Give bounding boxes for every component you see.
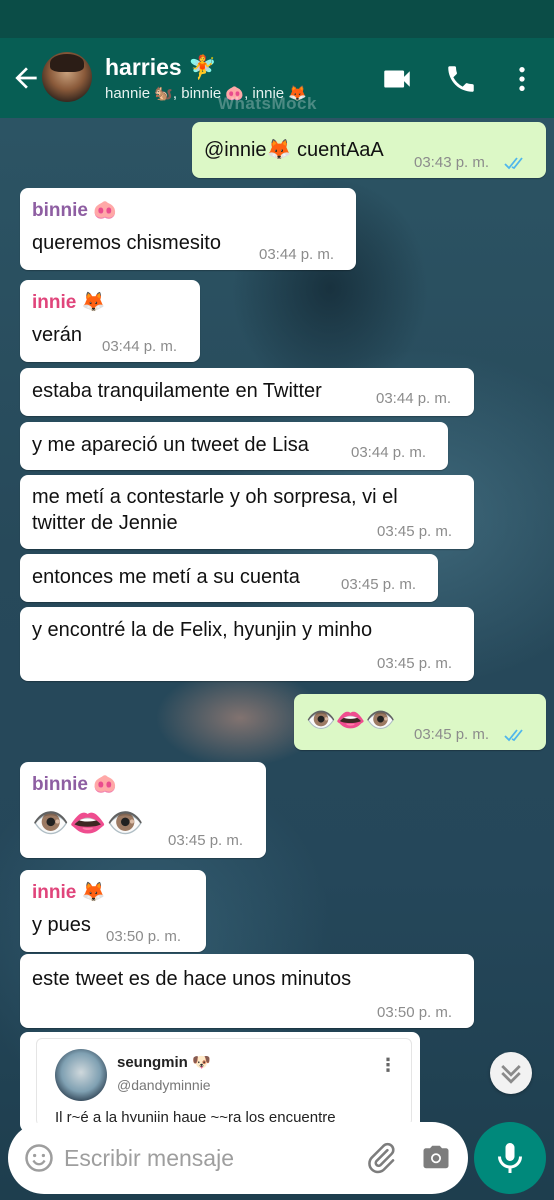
- chat-area[interactable]: @innie🦊 cuentAaA 03:43 p. m. binnie 🐽 qu…: [0, 118, 554, 1200]
- read-ticks-icon: [504, 729, 523, 742]
- incoming-message[interactable]: innie 🦊 y pues 03:50 p. m.: [20, 870, 206, 952]
- message-text: y encontré la de Felix, hyunjin y minho: [32, 619, 373, 641]
- incoming-message[interactable]: me metí a contestarle y oh sorpresa, vi …: [20, 475, 474, 549]
- phone-icon[interactable]: [444, 62, 478, 96]
- message-text: 👁️👄👁️: [306, 707, 396, 734]
- message-text: verán: [32, 324, 83, 346]
- message-time: 03:45 p. m.: [414, 726, 490, 743]
- sender-name: binnie 🐽: [32, 200, 117, 221]
- message-text: entonces me metí a su cuenta: [32, 566, 300, 588]
- message-text: y pues: [32, 914, 91, 936]
- message-time: 03:44 p. m.: [351, 444, 427, 461]
- message-time: 03:45 p. m.: [377, 655, 453, 672]
- message-time: 03:45 p. m.: [341, 576, 417, 593]
- message-input[interactable]: Escribir mensaje: [64, 1145, 234, 1172]
- video-call-icon[interactable]: [380, 62, 414, 96]
- message-input-bar[interactable]: Escribir mensaje: [8, 1122, 468, 1194]
- more-vert-icon[interactable]: [506, 62, 538, 96]
- message-text: estaba tranquilamente en Twitter: [32, 380, 322, 402]
- incoming-message[interactable]: este tweet es de hace unos minutos 03:50…: [20, 954, 474, 1028]
- read-ticks-icon: [504, 157, 523, 170]
- message-text: @innie🦊 cuentAaA: [204, 139, 384, 161]
- attach-icon[interactable]: [364, 1140, 398, 1176]
- chevron-down-icon: [501, 1065, 521, 1084]
- message-text: este tweet es de hace unos minutos: [32, 968, 352, 990]
- outgoing-message[interactable]: @innie🦊 cuentAaA 03:43 p. m.: [192, 122, 546, 178]
- message-time: 03:43 p. m.: [414, 154, 490, 171]
- tweet-author-handle: @dandyminnie: [117, 1077, 211, 1093]
- sender-name: innie 🦊: [32, 292, 106, 313]
- message-time: 03:50 p. m.: [377, 1004, 453, 1021]
- message-time: 03:50 p. m.: [106, 928, 182, 945]
- incoming-message[interactable]: entonces me metí a su cuenta 03:45 p. m.: [20, 554, 438, 602]
- mic-icon: [498, 1143, 522, 1173]
- tweet-avatar: [55, 1049, 107, 1101]
- message-time: 03:45 p. m.: [377, 523, 453, 540]
- outgoing-message[interactable]: 👁️👄👁️ 03:45 p. m.: [294, 694, 546, 750]
- incoming-message[interactable]: binnie 🐽 👁️👄👁️ 03:45 p. m.: [20, 762, 266, 858]
- message-text: queremos chismesito: [32, 232, 221, 254]
- group-avatar[interactable]: [42, 52, 92, 102]
- tweet-author-name: seungmin 🐶: [117, 1054, 211, 1071]
- incoming-message[interactable]: binnie 🐽 queremos chismesito 03:44 p. m.: [20, 188, 356, 270]
- tweet-card: seungmin 🐶 @dandyminnie ⋮ Il r~é a la hy…: [36, 1038, 412, 1126]
- sender-name: binnie 🐽: [32, 774, 117, 795]
- chat-title[interactable]: harries 🧚: [105, 54, 217, 81]
- message-text: 👁️👄👁️: [32, 807, 145, 840]
- tweet-image-message[interactable]: seungmin 🐶 @dandyminnie ⋮ Il r~é a la hy…: [20, 1032, 420, 1132]
- message-time: 03:44 p. m.: [102, 338, 178, 355]
- incoming-message[interactable]: y me apareció un tweet de Lisa 03:44 p. …: [20, 422, 448, 470]
- incoming-message[interactable]: y encontré la de Felix, hyunjin y minho …: [20, 607, 474, 681]
- message-text: y me apareció un tweet de Lisa: [32, 434, 309, 456]
- mic-button[interactable]: [474, 1122, 546, 1194]
- sender-name: innie 🦊: [32, 882, 106, 903]
- watermark: WhatsMock: [218, 94, 317, 113]
- message-time: 03:45 p. m.: [168, 832, 244, 849]
- camera-icon[interactable]: [420, 1142, 452, 1172]
- scroll-down-button[interactable]: [490, 1052, 532, 1094]
- back-arrow-icon[interactable]: [10, 62, 42, 94]
- incoming-message[interactable]: innie 🦊 verán 03:44 p. m.: [20, 280, 200, 362]
- chat-header: harries 🧚 hannie 🐿️, binnie 🐽, innie 🦊 W…: [0, 38, 554, 118]
- message-time: 03:44 p. m.: [376, 390, 452, 407]
- emoji-icon[interactable]: [24, 1143, 54, 1173]
- message-time: 03:44 p. m.: [259, 246, 335, 263]
- tweet-more-icon: ⋮: [379, 1055, 397, 1075]
- status-bar: [0, 0, 554, 38]
- incoming-message[interactable]: estaba tranquilamente en Twitter 03:44 p…: [20, 368, 474, 416]
